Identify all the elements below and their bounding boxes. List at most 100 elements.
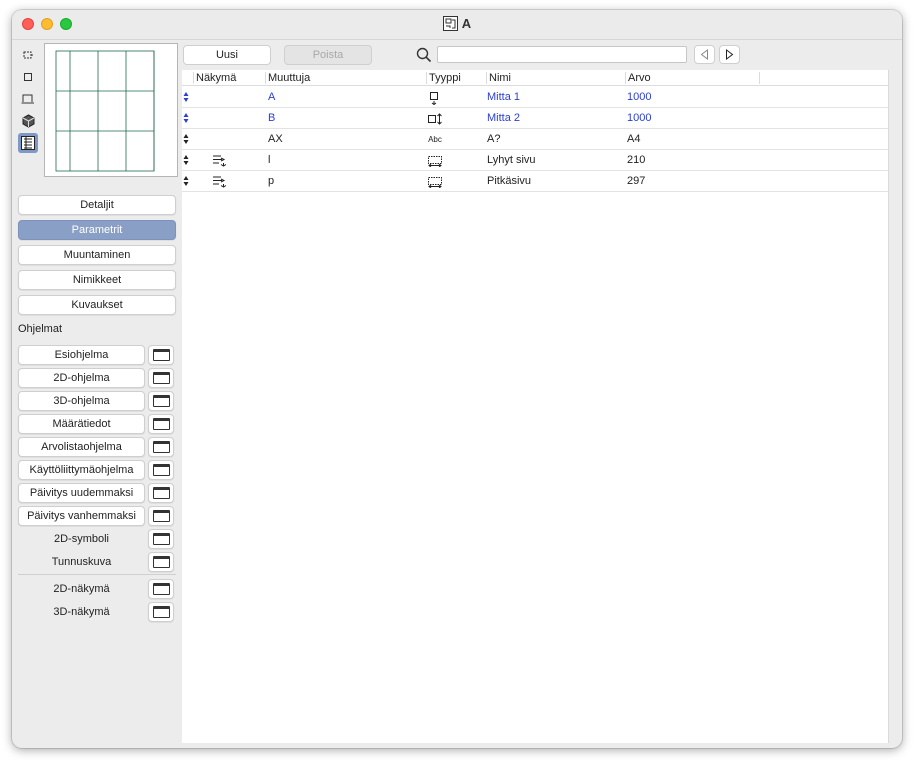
tab-parametrit[interactable]: Parametrit xyxy=(18,220,176,240)
variable-cell[interactable]: A xyxy=(268,91,275,104)
plan-icon[interactable] xyxy=(18,89,38,109)
variable-cell[interactable]: l xyxy=(268,154,270,167)
dimension-icon xyxy=(426,153,444,168)
length-x-icon xyxy=(426,111,444,126)
window-title: A xyxy=(12,16,902,31)
program-paivitys-vanhemmaksi-window-button[interactable] xyxy=(148,506,174,526)
program-maaratiedot-window-button[interactable] xyxy=(148,414,174,434)
reorder-handle-icon[interactable] xyxy=(183,154,189,166)
program-tunnuskuva-window-button[interactable] xyxy=(148,552,174,572)
name-cell[interactable]: Mitta 2 xyxy=(487,112,520,125)
name-cell[interactable]: Pitkäsivu xyxy=(487,175,531,188)
value-cell[interactable]: 210 xyxy=(627,154,645,167)
table-row[interactable]: p Pitkäsivu 297 xyxy=(182,171,888,192)
view-2d-window-button[interactable] xyxy=(148,579,174,599)
value-cell[interactable]: A4 xyxy=(627,133,640,146)
program-paivitys-uudemmaksi-window-button[interactable] xyxy=(148,483,174,503)
preview-grid xyxy=(44,43,178,177)
value-cell[interactable]: 1000 xyxy=(627,91,651,104)
window-icon xyxy=(152,533,170,545)
cube-icon[interactable] xyxy=(18,111,38,131)
triangle-left-icon xyxy=(700,49,708,60)
window-icon xyxy=(152,487,170,499)
name-cell[interactable]: Mitta 1 xyxy=(487,91,520,104)
program-kayttoliittyma-window-button[interactable] xyxy=(148,460,174,480)
text-type-label: Abc xyxy=(428,135,442,144)
tab-muuntaminen[interactable]: Muuntaminen xyxy=(18,245,176,265)
length-y-icon xyxy=(426,90,444,105)
variable-cell[interactable]: p xyxy=(268,175,274,188)
window-icon xyxy=(152,441,170,453)
new-button[interactable]: Uusi xyxy=(183,45,271,65)
view-mode-icons xyxy=(18,45,40,155)
program-arvolista-window-button[interactable] xyxy=(148,437,174,457)
table-row[interactable]: l Lyhyt sivu 210 xyxy=(182,150,888,171)
table-row[interactable]: A Mitta 1 1000 xyxy=(182,87,888,108)
table-row[interactable]: B Mitta 2 1000 xyxy=(182,108,888,129)
search-input[interactable] xyxy=(437,46,687,63)
window-icon xyxy=(152,372,170,384)
program-paivitys-uudemmaksi-button[interactable]: Päivitys uudemmaksi xyxy=(18,483,145,503)
tab-nimikkeet[interactable]: Nimikkeet xyxy=(18,270,176,290)
view-3d-window-button[interactable] xyxy=(148,602,174,622)
window-icon xyxy=(152,349,170,361)
program-2d-symboli-label: 2D-symboli xyxy=(53,533,109,545)
column-header-view[interactable]: Näkymä xyxy=(193,72,236,84)
table-header: Näkymä Muuttuja Tyyppi Nimi Arvo xyxy=(182,70,888,86)
column-header-name[interactable]: Nimi xyxy=(486,72,511,84)
program-2d-button[interactable]: 2D-ohjelma xyxy=(18,368,145,388)
reorder-handle-icon[interactable] xyxy=(183,91,189,103)
child-param-icon[interactable] xyxy=(212,154,228,167)
window-icon xyxy=(152,583,170,595)
program-3d-button[interactable]: 3D-ohjelma xyxy=(18,391,145,411)
program-3d-window-button[interactable] xyxy=(148,391,174,411)
program-2d-symboli-window-button[interactable] xyxy=(148,529,174,549)
next-button[interactable] xyxy=(719,45,740,64)
reorder-handle-icon[interactable] xyxy=(183,175,189,187)
program-maaratiedot-button[interactable]: Määrätiedot xyxy=(18,414,145,434)
program-kayttoliittyma-button[interactable]: Käyttöliittymäohjelma xyxy=(18,460,145,480)
rectangle-icon[interactable] xyxy=(18,67,38,87)
previous-button[interactable] xyxy=(694,45,715,64)
search-icon xyxy=(416,47,432,63)
dimension-icon xyxy=(426,174,444,189)
column-header-variable[interactable]: Muuttuja xyxy=(265,72,310,84)
reorder-handle-icon[interactable] xyxy=(183,112,189,124)
text-type-icon: Abc xyxy=(426,132,444,147)
selection-icon[interactable] xyxy=(18,45,38,65)
program-esiohjelma-button[interactable]: Esiohjelma xyxy=(18,345,145,365)
name-cell[interactable]: A? xyxy=(487,133,500,146)
triangle-right-icon xyxy=(726,49,734,60)
tab-kuvaukset[interactable]: Kuvaukset xyxy=(18,295,176,315)
reorder-handle-icon[interactable] xyxy=(183,133,189,145)
program-2d-window-button[interactable] xyxy=(148,368,174,388)
parameters-window: A Detaljit Parametrit Muuntaminen Nimikk… xyxy=(12,10,902,748)
title-bar[interactable]: A xyxy=(12,10,902,40)
window-icon xyxy=(152,464,170,476)
window-icon xyxy=(152,395,170,407)
column-header-value[interactable]: Arvo xyxy=(625,72,760,84)
object-icon xyxy=(442,16,458,31)
parameters-list-icon[interactable] xyxy=(18,133,38,153)
variable-cell[interactable]: B xyxy=(268,112,275,125)
value-cell[interactable]: 1000 xyxy=(627,112,651,125)
view-2d-label: 2D-näkymä xyxy=(53,583,110,595)
column-header-type[interactable]: Tyyppi xyxy=(426,72,461,84)
main-panel: Uusi Poista Näkymä Muuttuja Tyyppi Nimi … xyxy=(182,41,902,748)
table-row[interactable]: AX Abc A? A4 xyxy=(182,129,888,150)
delete-button[interactable]: Poista xyxy=(284,45,372,65)
name-cell[interactable]: Lyhyt sivu xyxy=(487,154,536,167)
program-tunnuskuva-label: Tunnuskuva xyxy=(51,556,112,568)
program-paivitys-vanhemmaksi-button[interactable]: Päivitys vanhemmaksi xyxy=(18,506,145,526)
window-icon xyxy=(152,556,170,568)
window-icon xyxy=(152,418,170,430)
sidebar: Detaljit Parametrit Muuntaminen Nimikkee… xyxy=(12,41,182,748)
child-param-icon[interactable] xyxy=(212,175,228,188)
sidebar-divider xyxy=(18,574,176,575)
program-arvolista-button[interactable]: Arvolistaohjelma xyxy=(18,437,145,457)
value-cell[interactable]: 297 xyxy=(627,175,645,188)
window-title-text: A xyxy=(461,16,472,31)
program-esiohjelma-window-button[interactable] xyxy=(148,345,174,365)
variable-cell[interactable]: AX xyxy=(268,133,283,146)
tab-detaljit[interactable]: Detaljit xyxy=(18,195,176,215)
